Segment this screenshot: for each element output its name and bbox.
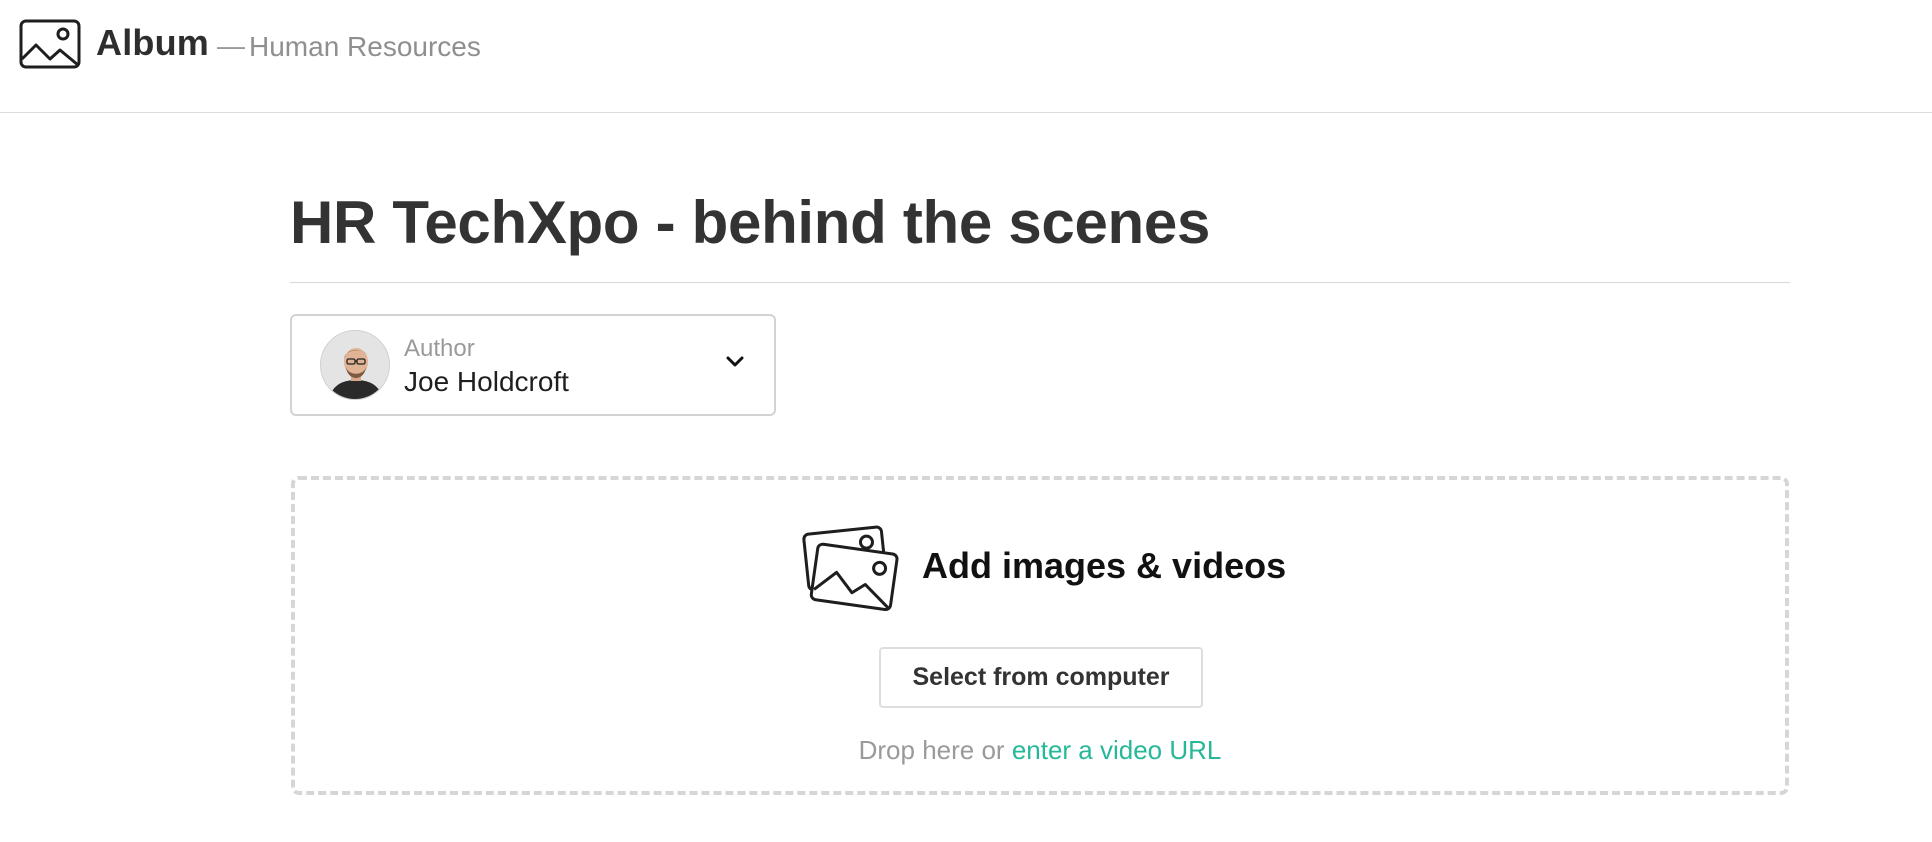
upload-heading: Add images & videos (922, 545, 1287, 586)
app-header: Album — Human Resources (0, 0, 1932, 113)
image-frame-icon[interactable] (19, 19, 81, 69)
album-title[interactable]: HR TechXpo - behind the scenes (290, 188, 1210, 257)
title-divider (290, 282, 1790, 283)
media-dropzone[interactable]: Add images & videos Select from computer… (291, 476, 1789, 795)
select-from-computer-button[interactable]: Select from computer (879, 647, 1203, 708)
enter-video-url-link[interactable]: enter a video URL (1012, 735, 1222, 765)
photos-stack-icon (800, 523, 900, 613)
title-separator: — (217, 30, 245, 61)
section-name: Human Resources (249, 31, 481, 62)
author-name: Joe Holdcroft (404, 366, 569, 397)
avatar (320, 330, 390, 400)
author-dropdown[interactable]: Author Joe Holdcroft (290, 314, 776, 416)
app-title[interactable]: Album (96, 22, 209, 64)
drop-hint: Drop here or enter a video URL (295, 735, 1785, 766)
author-label: Author (404, 335, 475, 362)
drop-hint-text: Drop here or (858, 735, 1012, 765)
chevron-down-icon (724, 354, 746, 370)
